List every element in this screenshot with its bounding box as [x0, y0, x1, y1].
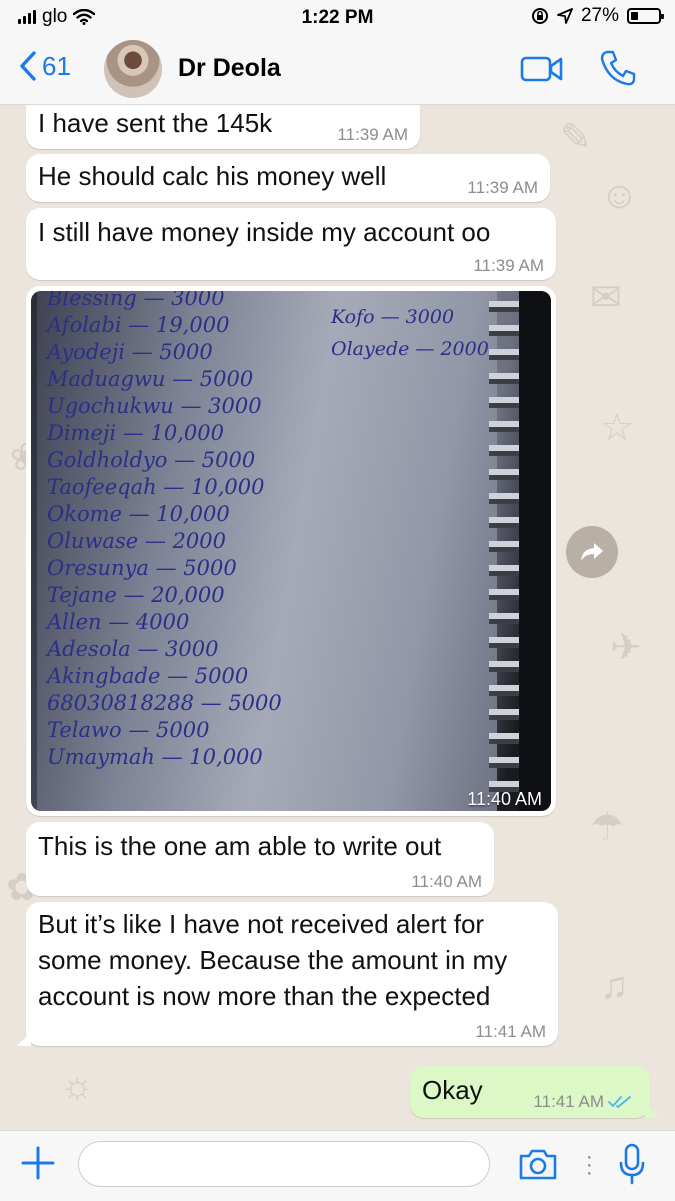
image-message[interactable]: Blessing — 3000 Afolabi — 19,000 Ayodeji —… — [26, 286, 556, 816]
message-time: 11:41 AM — [475, 1022, 546, 1041]
chat-header: 61 Dr Deola — [0, 36, 675, 105]
handwritten-line: Allen — 4000 — [47, 610, 190, 634]
handwritten-line: Olayede — 2000 — [331, 338, 489, 360]
doodle-background: ☂ — [590, 807, 625, 849]
handwritten-line: Akingbade — 5000 — [47, 664, 249, 688]
message-time: 11:39 AM — [473, 256, 544, 275]
handwritten-line: Dimeji — 10,000 — [47, 421, 224, 445]
handwritten-line: 68030818288 — 5000 — [47, 691, 282, 715]
separator-dots: · · · — [586, 1146, 593, 1184]
status-bar: glo 1:22 PM 27% — [0, 0, 675, 36]
handwritten-line: Goldholdyo — 5000 — [47, 448, 256, 472]
doodle-background: ♫ — [600, 965, 629, 1007]
handwritten-line: Blessing — 3000 — [47, 291, 225, 310]
chevron-left-icon — [20, 51, 36, 81]
battery-icon — [627, 8, 664, 24]
doodle-background: ✎ — [560, 117, 592, 159]
handwritten-line: Telawo — 5000 — [47, 718, 210, 742]
message-time: 11:40 AM — [467, 789, 542, 809]
doodle-background: ☼ — [60, 1065, 95, 1107]
plus-icon[interactable] — [20, 1145, 56, 1181]
doodle-background: ✉ — [590, 277, 622, 319]
message-bubble[interactable]: I still have money inside my account oo … — [26, 208, 556, 280]
message-time: 11:39 AM — [467, 178, 538, 197]
microphone-icon[interactable] — [618, 1143, 646, 1185]
message-bubble[interactable]: This is the one am able to write out 11:… — [26, 822, 494, 896]
message-time: 11:40 AM — [411, 872, 482, 891]
message-time: 11:41 AM — [533, 1092, 604, 1111]
handwritten-line: Taofeeqah — 10,000 — [47, 475, 265, 499]
message-time: 11:39 AM — [337, 125, 408, 144]
forward-icon — [581, 543, 603, 561]
handwritten-line: Oresunya — 5000 — [47, 556, 237, 580]
handwritten-line: Ugochukwu — 3000 — [47, 394, 262, 418]
doodle-background: ☺ — [600, 175, 639, 217]
handwritten-line: Umaymah — 10,000 — [47, 745, 263, 769]
forward-button[interactable] — [566, 526, 618, 578]
contact-name[interactable]: Dr Deola — [178, 54, 281, 83]
unread-count: 61 — [42, 50, 71, 81]
message-bubble[interactable]: I have sent the 145k 11:39 AM — [26, 105, 420, 149]
message-bubble[interactable]: He should calc his money well 11:39 AM — [26, 154, 550, 202]
handwritten-line: Tejane — 20,000 — [47, 583, 225, 607]
handwritten-list: Kofo — 3000 Olayede — 2000 — [331, 301, 489, 365]
phone-icon[interactable] — [598, 48, 638, 88]
read-receipt-icon — [608, 1096, 631, 1108]
notebook-cover — [519, 291, 551, 811]
video-icon[interactable] — [520, 54, 564, 84]
status-right: 27% — [531, 5, 664, 27]
rotation-lock-icon — [531, 8, 548, 24]
doodle-background: ☆ — [600, 407, 635, 449]
message-meta: 11:41 AM — [533, 1092, 632, 1112]
message-text: I still have money inside my account oo — [38, 217, 491, 247]
bubble-tail — [17, 1032, 31, 1046]
message-input-wrapper — [78, 1141, 490, 1188]
handwritten-list: Blessing — 3000 Afolabi — 19,000 Ayodeji —… — [47, 291, 282, 771]
bubble-tail — [645, 1104, 659, 1118]
handwritten-line: Afolabi — 19,000 — [47, 313, 230, 337]
avatar[interactable] — [104, 40, 162, 98]
spiral-binding — [489, 301, 519, 801]
message-bubble[interactable]: But it’s like I have not received alert … — [17, 902, 558, 1046]
handwritten-line: Adesola — 3000 — [47, 637, 219, 661]
handwritten-line: Maduagwu — 5000 — [47, 367, 254, 391]
doodle-background: ✈ — [610, 627, 642, 669]
notebook-photo[interactable]: Blessing — 3000 Afolabi — 19,000 Ayodeji —… — [31, 291, 551, 811]
handwritten-line: Oluwase — 2000 — [47, 529, 226, 553]
message-input[interactable] — [95, 1142, 477, 1188]
chat-area[interactable]: ✎ ☺ ✉ ☆ ✈ ☂ ♫ ❀ ✿ ☼ I have sent the 145k… — [0, 105, 675, 1130]
handwritten-line: Okome — 10,000 — [47, 502, 230, 526]
handwritten-line: Kofo — 3000 — [331, 306, 455, 328]
battery-percent: 27% — [580, 5, 619, 26]
message-text: He should calc his money well — [38, 161, 387, 191]
handwritten-line: Ayodeji — 5000 — [47, 340, 213, 364]
back-button[interactable]: 61 — [18, 50, 71, 82]
message-text: This is the one am able to write out — [38, 831, 442, 861]
outgoing-message-bubble[interactable]: Okay 11:41 AM — [410, 1066, 659, 1118]
message-text: But it’s like I have not received alert … — [38, 909, 508, 1011]
location-icon — [557, 8, 573, 24]
camera-icon[interactable] — [518, 1147, 558, 1181]
message-composer: · · · — [0, 1130, 675, 1201]
